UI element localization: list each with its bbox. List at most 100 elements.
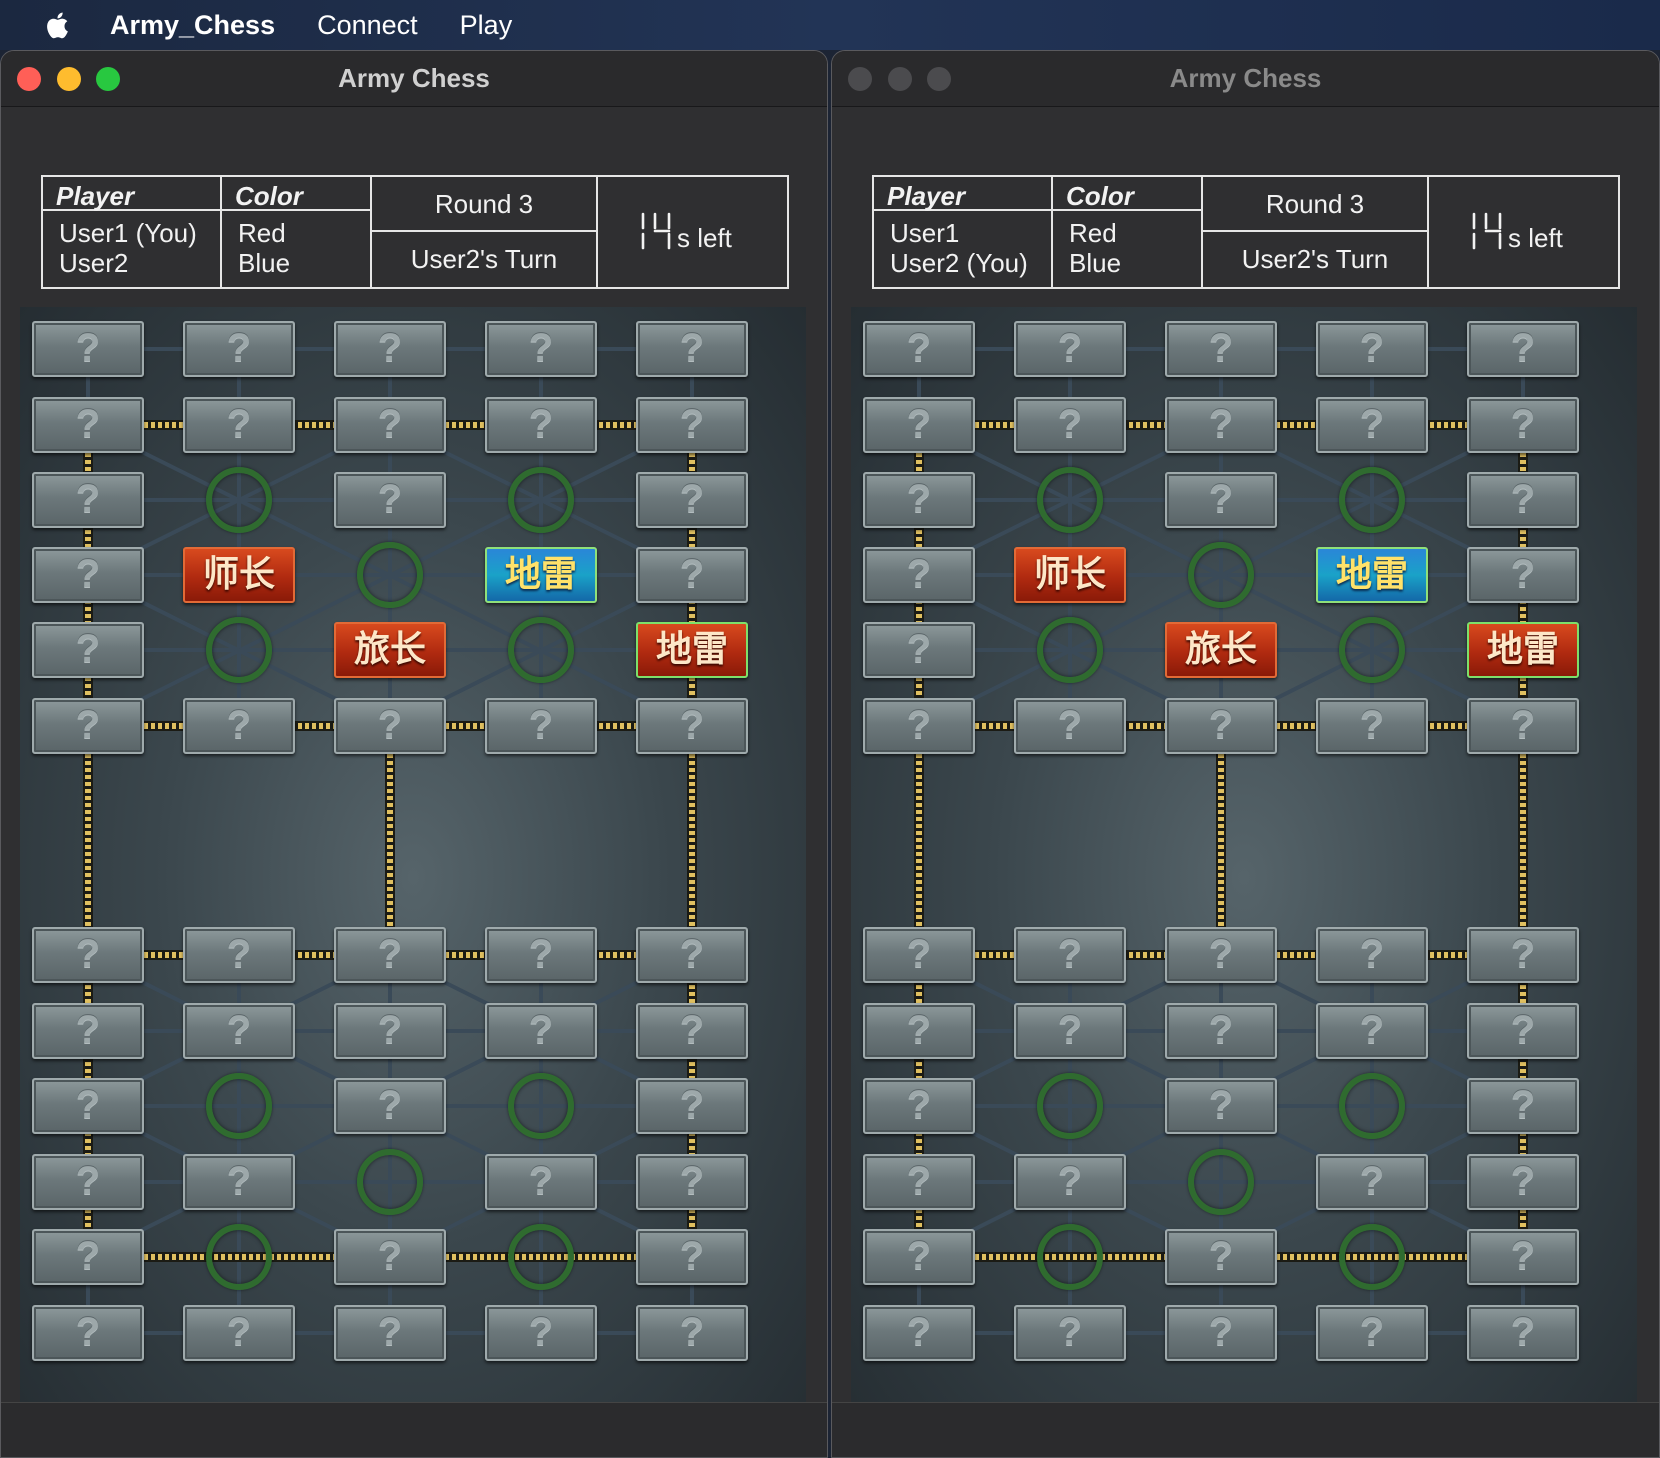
camp-circle[interactable]: [508, 617, 574, 683]
hidden-piece[interactable]: ?: [485, 1154, 597, 1210]
hidden-piece[interactable]: ?: [636, 1078, 748, 1134]
revealed-piece-blue[interactable]: 地雷: [1316, 547, 1428, 603]
hidden-piece[interactable]: ?: [863, 397, 975, 453]
hidden-piece[interactable]: ?: [636, 927, 748, 983]
hidden-piece[interactable]: ?: [1165, 927, 1277, 983]
revealed-piece-red[interactable]: 旅长: [334, 622, 446, 678]
hidden-piece[interactable]: ?: [863, 472, 975, 528]
hidden-piece[interactable]: ?: [1316, 321, 1428, 377]
hidden-piece[interactable]: ?: [1316, 1154, 1428, 1210]
hidden-piece[interactable]: ?: [1014, 321, 1126, 377]
camp-circle[interactable]: [206, 1073, 272, 1139]
hidden-piece[interactable]: ?: [485, 321, 597, 377]
hidden-piece[interactable]: ?: [1316, 397, 1428, 453]
hidden-piece[interactable]: ?: [183, 927, 295, 983]
hidden-piece[interactable]: ?: [183, 397, 295, 453]
hidden-piece[interactable]: ?: [183, 321, 295, 377]
hidden-piece[interactable]: ?: [1014, 1305, 1126, 1361]
camp-circle[interactable]: [1339, 617, 1405, 683]
hidden-piece[interactable]: ?: [863, 1154, 975, 1210]
revealed-piece-red-glow[interactable]: 地雷: [636, 622, 748, 678]
hidden-piece[interactable]: ?: [334, 1078, 446, 1134]
hidden-piece[interactable]: ?: [1014, 927, 1126, 983]
hidden-piece[interactable]: ?: [1467, 1229, 1579, 1285]
camp-circle[interactable]: [357, 1149, 423, 1215]
hidden-piece[interactable]: ?: [1165, 397, 1277, 453]
camp-circle[interactable]: [1188, 1149, 1254, 1215]
hidden-piece[interactable]: ?: [183, 1305, 295, 1361]
hidden-piece[interactable]: ?: [636, 1154, 748, 1210]
hidden-piece[interactable]: ?: [183, 1003, 295, 1059]
menu-app-name[interactable]: Army_Chess: [110, 10, 275, 41]
hidden-piece[interactable]: ?: [1316, 1305, 1428, 1361]
hidden-piece[interactable]: ?: [1165, 1003, 1277, 1059]
hidden-piece[interactable]: ?: [1467, 472, 1579, 528]
hidden-piece[interactable]: ?: [863, 1003, 975, 1059]
hidden-piece[interactable]: ?: [334, 1003, 446, 1059]
camp-circle[interactable]: [1037, 617, 1103, 683]
hidden-piece[interactable]: ?: [334, 698, 446, 754]
hidden-piece[interactable]: ?: [863, 1305, 975, 1361]
hidden-piece[interactable]: ?: [334, 927, 446, 983]
hidden-piece[interactable]: ?: [485, 397, 597, 453]
hidden-piece[interactable]: ?: [636, 1229, 748, 1285]
hidden-piece[interactable]: ?: [636, 397, 748, 453]
camp-circle[interactable]: [1037, 467, 1103, 533]
hidden-piece[interactable]: ?: [1165, 1229, 1277, 1285]
camp-circle[interactable]: [1339, 1073, 1405, 1139]
hidden-piece[interactable]: ?: [1165, 1078, 1277, 1134]
hidden-piece[interactable]: ?: [863, 1229, 975, 1285]
hidden-piece[interactable]: ?: [32, 1078, 144, 1134]
hidden-piece[interactable]: ?: [1165, 321, 1277, 377]
camp-circle[interactable]: [1339, 467, 1405, 533]
hidden-piece[interactable]: ?: [1165, 698, 1277, 754]
game-board[interactable]: ?????????????? 师长 地雷?? 旅长 地雷????????????????…: [20, 307, 806, 1448]
game-board[interactable]: ?????????????? 师长 地雷?? 旅长 地雷????????????????…: [851, 307, 1637, 1448]
title-bar[interactable]: Army Chess: [832, 51, 1659, 107]
camp-circle[interactable]: [508, 467, 574, 533]
hidden-piece[interactable]: ?: [863, 622, 975, 678]
hidden-piece[interactable]: ?: [1467, 397, 1579, 453]
hidden-piece[interactable]: ?: [1316, 698, 1428, 754]
hidden-piece[interactable]: ?: [1467, 1154, 1579, 1210]
hidden-piece[interactable]: ?: [485, 927, 597, 983]
camp-circle[interactable]: [508, 1224, 574, 1290]
hidden-piece[interactable]: ?: [863, 1078, 975, 1134]
title-bar[interactable]: Army Chess: [1, 51, 827, 107]
camp-circle[interactable]: [1037, 1073, 1103, 1139]
revealed-piece-red-glow[interactable]: 地雷: [1467, 622, 1579, 678]
hidden-piece[interactable]: ?: [1467, 698, 1579, 754]
hidden-piece[interactable]: ?: [1165, 1305, 1277, 1361]
hidden-piece[interactable]: ?: [1467, 927, 1579, 983]
hidden-piece[interactable]: ?: [32, 1154, 144, 1210]
hidden-piece[interactable]: ?: [32, 321, 144, 377]
hidden-piece[interactable]: ?: [1165, 472, 1277, 528]
hidden-piece[interactable]: ?: [32, 1003, 144, 1059]
hidden-piece[interactable]: ?: [32, 698, 144, 754]
hidden-piece[interactable]: ?: [183, 1154, 295, 1210]
hidden-piece[interactable]: ?: [1014, 397, 1126, 453]
hidden-piece[interactable]: ?: [32, 1305, 144, 1361]
hidden-piece[interactable]: ?: [1316, 1003, 1428, 1059]
hidden-piece[interactable]: ?: [863, 927, 975, 983]
camp-circle[interactable]: [1037, 1224, 1103, 1290]
camp-circle[interactable]: [1339, 1224, 1405, 1290]
hidden-piece[interactable]: ?: [32, 1229, 144, 1285]
hidden-piece[interactable]: ?: [863, 698, 975, 754]
hidden-piece[interactable]: ?: [32, 472, 144, 528]
hidden-piece[interactable]: ?: [1467, 1003, 1579, 1059]
revealed-piece-red[interactable]: 师长: [183, 547, 295, 603]
hidden-piece[interactable]: ?: [636, 698, 748, 754]
hidden-piece[interactable]: ?: [636, 1003, 748, 1059]
camp-circle[interactable]: [206, 467, 272, 533]
hidden-piece[interactable]: ?: [1014, 698, 1126, 754]
hidden-piece[interactable]: ?: [863, 547, 975, 603]
menu-connect[interactable]: Connect: [317, 10, 418, 41]
hidden-piece[interactable]: ?: [32, 927, 144, 983]
camp-circle[interactable]: [206, 617, 272, 683]
revealed-piece-red[interactable]: 师长: [1014, 547, 1126, 603]
hidden-piece[interactable]: ?: [32, 547, 144, 603]
apple-icon[interactable]: [40, 7, 76, 43]
hidden-piece[interactable]: ?: [32, 397, 144, 453]
hidden-piece[interactable]: ?: [1316, 927, 1428, 983]
